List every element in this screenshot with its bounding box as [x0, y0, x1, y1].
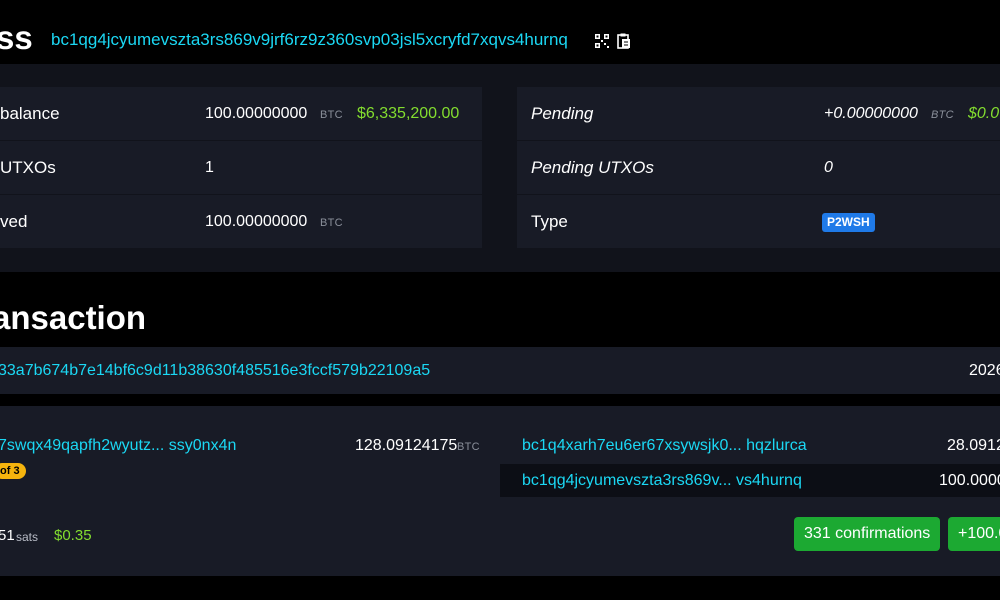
- pending-utxos-row: Pending UTXOs 0: [517, 141, 1000, 194]
- confirmations-button[interactable]: 331 confirmations: [794, 517, 941, 551]
- pending-label: Pending: [531, 104, 594, 123]
- txid-link[interactable]: 33a7b674b7e14bf6c9d11b38630f485516e3fccf…: [0, 362, 430, 380]
- fee-fiat: $0.35: [54, 527, 92, 544]
- received-unit: BTC: [320, 217, 343, 229]
- pending-fiat: $0.0: [968, 105, 1000, 122]
- net-amount-button[interactable]: +100.00: [948, 517, 1000, 551]
- utxos-value: 1: [205, 159, 214, 176]
- page-title: ss: [0, 19, 33, 56]
- input-address-link[interactable]: 7swqx49qapfh2wyutz... ssy0nx4n: [0, 437, 236, 455]
- input-amount: 128.09124175: [355, 437, 458, 454]
- transaction-date: 2026: [969, 362, 1000, 379]
- type-label: Type: [531, 212, 568, 231]
- balance-unit: BTC: [320, 109, 343, 121]
- output-address-link[interactable]: bc1qg4jcyumevszta3rs869v... vs4hurnq: [522, 472, 802, 490]
- balance-fiat: $6,335,200.00: [357, 105, 460, 122]
- fee-unit: sats: [16, 530, 39, 544]
- balance-amount: 100.00000000: [205, 105, 308, 122]
- qr-code-icon[interactable]: [595, 34, 609, 48]
- fee-amount: 51: [0, 527, 15, 544]
- balance-label: balance: [0, 104, 60, 123]
- transactions-heading: ansaction: [0, 299, 147, 336]
- pending-utxos-value: 0: [824, 159, 833, 176]
- pending-utxos-label: Pending UTXOs: [531, 158, 654, 177]
- pending-row: Pending +0.00000000 BTC $0.0: [517, 87, 1000, 140]
- received-row: ved 100.00000000 BTC: [0, 195, 482, 248]
- pending-amount: +0.00000000: [824, 105, 918, 122]
- type-row: Type P2WSH: [517, 195, 1000, 248]
- output-amount: 28.0912: [947, 437, 1000, 454]
- multisig-badge: of 3: [0, 463, 26, 479]
- address-text[interactable]: bc1qg4jcyumevszta3rs869v9jrf6rz9z360svp0…: [51, 30, 568, 50]
- script-type-badge: P2WSH: [822, 213, 875, 232]
- transaction-header: 33a7b674b7e14bf6c9d11b38630f485516e3fccf…: [0, 347, 1000, 394]
- utxos-row: UTXOs 1: [0, 141, 482, 194]
- utxos-label: UTXOs: [0, 158, 56, 177]
- clipboard-copy-icon[interactable]: [617, 33, 631, 49]
- received-amount: 100.00000000: [205, 213, 308, 230]
- received-label: ved: [0, 212, 28, 231]
- balance-row: balance 100.00000000 BTC $6,335,200.00: [0, 87, 482, 140]
- output-address-link[interactable]: bc1q4xarh7eu6er67xsywsjk0... hqzlurca: [522, 437, 807, 455]
- input-unit: BTC: [457, 441, 480, 453]
- pending-unit: BTC: [931, 109, 954, 121]
- output-amount: 100.0000: [939, 472, 1000, 489]
